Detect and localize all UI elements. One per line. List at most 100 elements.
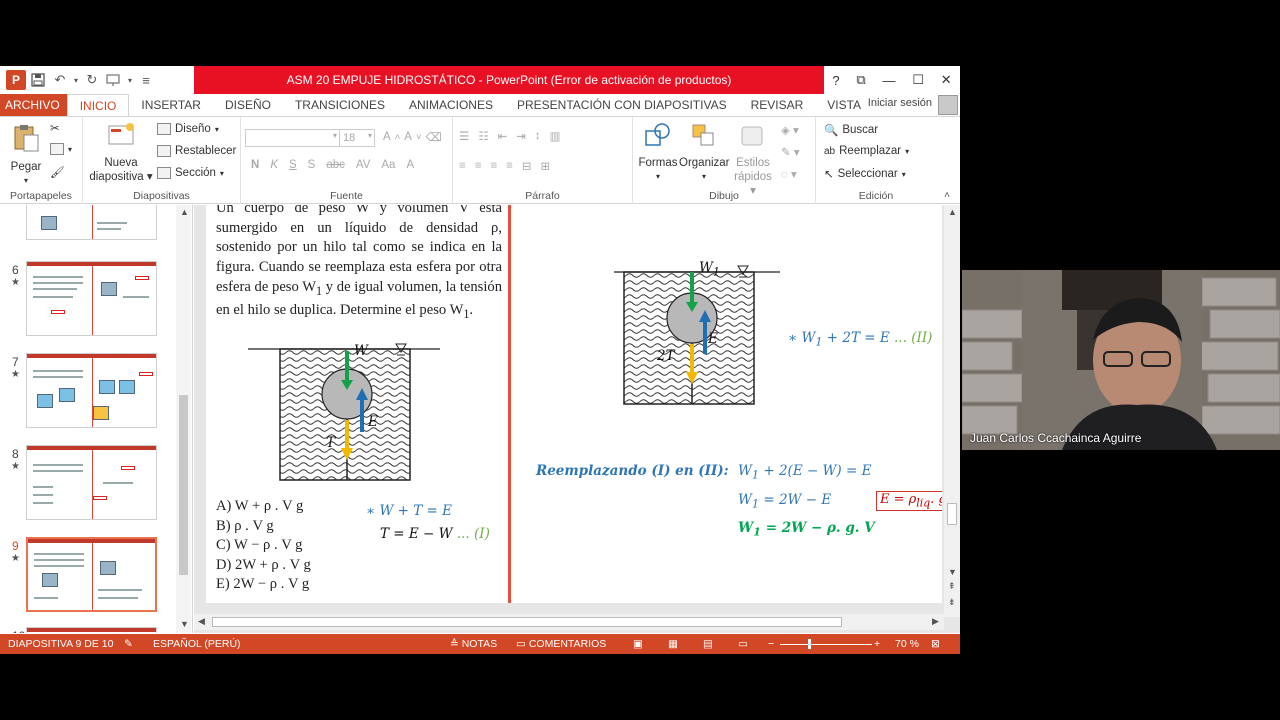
decrease-indent-icon[interactable]: ⇤ [498,129,508,143]
undo-icon[interactable]: ↶ [50,70,70,90]
more-commands-icon[interactable]: ≡ [136,70,156,90]
help-icon[interactable]: ? [832,73,839,88]
spell-check-icon[interactable]: ✎ [124,638,133,650]
shape-outline-icon[interactable]: ✎ ▾ [781,145,800,159]
maximize-icon[interactable]: ☐ [912,72,924,88]
bold-button[interactable]: N [251,159,259,171]
fit-slide-icon[interactable]: ⊠ [931,638,940,650]
font-name-combo[interactable]: ▾ [245,129,341,147]
tab-diseno[interactable]: DISEÑO [213,94,283,116]
layout-button[interactable]: Diseño ▾ [157,123,219,135]
new-slide-button[interactable]: Nueva diapositiva ▾ [87,121,155,184]
slide-thumbnail-7[interactable] [26,353,157,428]
shadow-button[interactable]: S [308,159,316,171]
align-right-icon[interactable]: ≡ [490,160,497,172]
slide-thumbnail-9[interactable] [26,537,157,612]
comments-button[interactable]: ▭ COMENTARIOS [516,638,606,650]
slide-sorter-icon[interactable]: ▦ [668,638,678,650]
zoom-slider-thumb[interactable] [808,639,811,649]
start-slideshow-icon[interactable] [104,70,124,90]
align-text-icon[interactable]: ⊟ [522,159,532,173]
notes-button[interactable]: ≙ NOTAS [450,638,497,650]
minimize-icon[interactable]: — [882,73,895,88]
select-button[interactable]: ↖ Seleccionar ▾ [824,167,906,181]
copy-icon[interactable]: ▾ [50,143,72,155]
powerpoint-window: P ↶ ▾ ↻ ▾ ≡ ASM 20 EMPUJE HIDROSTÁTICO -… [0,66,960,654]
tab-insertar[interactable]: INSERTAR [129,94,213,116]
undo-dropdown-icon[interactable]: ▾ [72,70,80,90]
close-icon[interactable]: ✕ [941,72,952,88]
normal-view-icon[interactable]: ▣ [633,638,643,650]
slideshow-view-icon[interactable]: ▭ [738,638,748,650]
font-color-button[interactable]: A [406,159,414,171]
thumbnails-scrollbar[interactable]: ▲ ▼ [176,205,191,633]
equation-4: W1 + 2(E − W) = E [738,463,872,482]
tab-animaciones[interactable]: ANIMACIONES [397,94,505,116]
group-label-paragraph: Párrafo [525,190,560,202]
cut-icon[interactable]: ✂ [50,121,60,135]
tab-archivo[interactable]: ARCHIVO [0,94,67,116]
slide-vertical-scrollbar[interactable]: ▲ ▼ ⇞ ⇟ [944,205,960,617]
font-size-combo[interactable]: 18 ▾ [339,129,375,147]
paste-button[interactable]: Pegar ▾ [8,123,44,188]
group-font: ▾ 18 ▾ A ˄ A ˅ ⌫ N K S S abc AV Aa A Fuente [241,117,453,204]
slide-canvas[interactable]: Un cuerpo de peso W y volumen V está sum… [206,205,942,603]
zoom-in-icon[interactable]: + [874,638,880,650]
bullets-icon[interactable]: ☰ [459,129,469,143]
collapse-ribbon-icon[interactable]: ˄ [944,190,950,201]
replace-icon: ab [824,145,836,157]
zoom-out-icon[interactable]: − [768,638,774,650]
slide-thumbnail-8[interactable] [26,445,157,520]
change-case-button[interactable]: Aa [381,159,395,171]
underline-button[interactable]: S [289,159,297,171]
shape-fill-icon[interactable]: ◈ ▾ [781,123,799,137]
option-c: C) W − ρ . V g [216,537,303,553]
tab-presentacion[interactable]: PRESENTACIÓN CON DIAPOSITIVAS [505,94,739,116]
tab-revisar[interactable]: REVISAR [739,94,816,116]
increase-indent-icon[interactable]: ⇥ [516,129,526,143]
shapes-button[interactable]: Formas ▾ [637,121,679,184]
customize-qat-icon[interactable]: ▾ [126,70,134,90]
slide-number-9: 9 [12,539,19,553]
user-avatar-icon[interactable] [938,95,958,115]
animation-star-icon: ★ [11,277,20,288]
tab-vista[interactable]: VISTA [815,94,873,116]
strikethrough-button[interactable]: abc [326,159,345,171]
slide-thumbnail-5[interactable] [26,205,157,240]
option-d: D) 2W + ρ . V g [216,556,311,573]
format-painter-icon[interactable]: 🖌 [50,165,65,179]
smartart-icon[interactable]: ⊞ [541,159,551,173]
line-spacing-icon[interactable]: ↕ [535,130,541,142]
ribbon-display-options-icon[interactable]: ⧉ [856,72,865,88]
shape-effects-icon[interactable]: ◌ ▾ [781,167,797,181]
reset-button[interactable]: Restablecer [157,145,236,157]
save-icon[interactable] [28,70,48,90]
char-spacing-button[interactable]: AV [356,159,371,171]
section-button[interactable]: Sección ▾ [157,167,224,179]
slide-thumbnail-6[interactable] [26,261,157,336]
quick-styles-button[interactable]: Estilos rápidos ▾ [731,121,775,198]
tab-transiciones[interactable]: TRANSICIONES [283,94,397,116]
arrange-button[interactable]: Organizar ▾ [679,121,730,184]
justify-icon[interactable]: ≡ [506,160,513,172]
align-left-icon[interactable]: ≡ [459,160,466,172]
numbering-icon[interactable]: ☷ [478,129,488,143]
slide-number-7: 7 [12,355,19,369]
find-button[interactable]: 🔍 Buscar [824,123,878,137]
columns-icon[interactable]: ▥ [550,129,561,143]
slide-horizontal-scrollbar[interactable]: ◀ ▶ [194,614,944,630]
align-center-icon[interactable]: ≡ [475,160,482,172]
language-indicator[interactable]: ESPAÑOL (PERÚ) [153,638,241,650]
zoom-slider[interactable] [780,644,872,645]
zoom-level[interactable]: 70 % [895,638,919,650]
font-grow-shrink[interactable]: A ˄ A ˅ ⌫ [383,130,442,144]
sign-in-link[interactable]: Iniciar sesión [868,97,932,109]
reading-view-icon[interactable]: ▤ [703,638,713,650]
replace-button[interactable]: ab Reemplazar ▾ [824,145,909,157]
new-slide-icon [108,123,134,145]
redo-icon[interactable]: ↻ [82,70,102,90]
italic-button[interactable]: K [270,159,278,171]
tab-inicio[interactable]: INICIO [66,94,130,116]
slide-thumbnail-10[interactable] [26,627,157,633]
group-paragraph: ☰ ☷ ⇤ ⇥ ↕ ▥ ≡ ≡ ≡ ≡ ⊟ ⊞ Párrafo [453,117,633,204]
